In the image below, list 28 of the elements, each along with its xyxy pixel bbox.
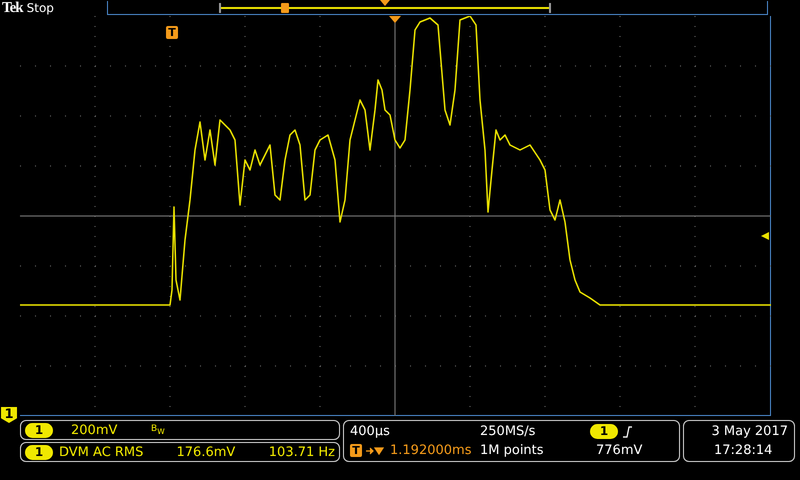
trigger-point-icon <box>280 2 289 12</box>
channel-panel[interactable]: 1 200mV B$_{W}$ <box>20 420 340 440</box>
bandwidth-limit: B$_{W}$ <box>151 424 165 436</box>
delay-arrow-icon <box>366 446 386 456</box>
record-length: 1M points <box>480 443 545 458</box>
trigger-delay: 1.192000ms <box>390 443 472 458</box>
channel-marker[interactable]: 1 <box>1 407 17 423</box>
trigger-marker: T <box>166 26 178 39</box>
trigger-level-icon <box>761 232 769 240</box>
measurement-panel[interactable]: 1 DVM AC RMS 176.6mV 103.71 Hz <box>20 442 340 462</box>
measurement-value: 176.6mV <box>176 444 236 460</box>
acquisition-status: Stop <box>26 1 55 15</box>
measurement-label: DVM AC RMS <box>59 444 144 460</box>
sample-rate: 250MS/s <box>480 424 536 439</box>
trigger-time-icon <box>389 16 401 23</box>
trigger-level: 776mV <box>595 443 644 458</box>
time: 17:28:14 <box>713 443 774 458</box>
frequency-value: 103.71 Hz <box>268 444 335 460</box>
horizontal-scale: 400µs <box>350 424 391 439</box>
date: 3 May 2017 <box>710 424 788 439</box>
timebase-panel[interactable]: 400µs 250MS/s 1 T 1.192000ms 1M points 776mV <box>343 420 680 462</box>
trigger-channel-badge: 1 <box>590 424 618 439</box>
brand-logo: Tek <box>2 0 23 16</box>
channel-badge: 1 <box>25 444 53 460</box>
vertical-scale: 200mV <box>71 422 118 438</box>
trigger-badge: T <box>350 444 362 457</box>
rising-edge-icon <box>622 426 632 438</box>
channel-badge: 1 <box>25 422 53 438</box>
